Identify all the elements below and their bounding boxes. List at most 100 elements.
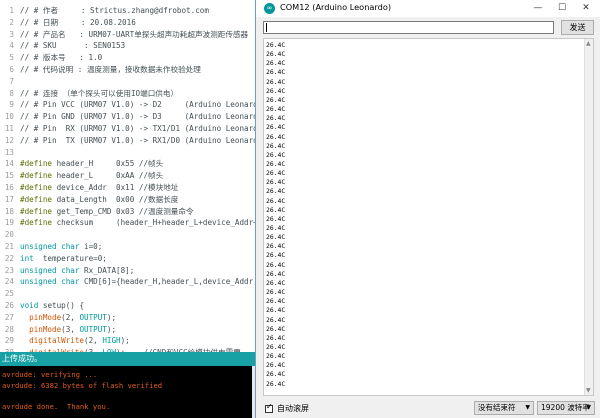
- output-line: 26.4C: [266, 196, 286, 205]
- line-ending-select[interactable]: 没有结束符 ▼: [474, 401, 534, 415]
- console-line: avrdude done. Thank you.: [2, 401, 111, 411]
- serial-output[interactable]: 26.4C 26.4C 26.4C 26.4C 26.4C 26.4C 26.4C 26.4C…: [263, 38, 594, 396]
- code-token: pinMode: [20, 312, 62, 322]
- code-token: // # 日期 : 20.08.2016: [20, 17, 136, 27]
- autoscroll-label: 自动滚屏: [277, 404, 309, 413]
- output-line: 26.4C: [266, 86, 286, 95]
- console-line: avrdude: verifying ...: [2, 370, 98, 379]
- window-title: COM12 (Arduino Leonardo): [280, 2, 392, 12]
- code-token: // # Pin RX (URM07 V1.0) -> TX1/D1 (Ardu…: [20, 124, 267, 133]
- output-line: 26.4C: [266, 333, 286, 342]
- code-token: (3,: [61, 324, 80, 334]
- output-line: 26.4C: [266, 187, 286, 196]
- output-line: 26.4C: [266, 132, 286, 141]
- serial-monitor-window: ∞ COM12 (Arduino Leonardo) — ☐ ✕ 发送 26.4…: [255, 0, 600, 418]
- output-line: 26.4C: [266, 41, 286, 49]
- text-cursor: [266, 23, 267, 32]
- output-line: 26.4C: [266, 169, 286, 178]
- output-line: 26.4C: [266, 114, 286, 123]
- output-line: 26.4C: [266, 214, 286, 223]
- code-token: i=0;: [79, 242, 103, 251]
- close-button[interactable]: ✕: [574, 0, 598, 17]
- code-token: (2,: [84, 336, 103, 346]
- code-token: );: [106, 312, 117, 322]
- output-line: 26.4C: [266, 370, 286, 379]
- baud-rate-value: 19200 波特率: [541, 403, 590, 412]
- output-line: 26.4C: [266, 315, 286, 324]
- minimize-button[interactable]: —: [526, 0, 550, 17]
- chevron-down-icon: ▼: [525, 404, 530, 411]
- output-line: 26.4C: [266, 205, 286, 214]
- code-token: pinMode: [20, 324, 62, 334]
- output-line: 26.4C: [266, 95, 286, 104]
- code-token: #define: [20, 159, 53, 169]
- code-token: HIGH: [102, 336, 121, 346]
- code-token: #define: [20, 218, 53, 228]
- code-token: // # 产品名 : URM07-UART单探头超声功耗超声波测距传感器: [20, 29, 249, 39]
- output-line: 26.4C: [266, 342, 286, 351]
- code-token: #define: [20, 206, 53, 216]
- code-token: temperature=0;: [33, 253, 107, 263]
- code-token: header_L 0xAA //帧头: [52, 171, 164, 181]
- output-line: 26.4C: [266, 77, 286, 86]
- output-line: 26.4C: [266, 288, 286, 297]
- code-token: #define: [20, 183, 53, 192]
- code-token: header_H 0x55 //帧头: [52, 159, 164, 169]
- title-bar[interactable]: ∞ COM12 (Arduino Leonardo) — ☐ ✕: [256, 0, 600, 17]
- code-token: Rx_DATA[8];: [79, 265, 135, 275]
- output-line: 26.4C: [266, 59, 286, 68]
- code-token: setup() {: [38, 301, 85, 310]
- autoscroll-checkbox[interactable]: ✓: [265, 402, 273, 413]
- code-token: int: [20, 253, 34, 263]
- code-token: (2,: [61, 312, 80, 322]
- code-token: data_Length 0x00 //数据长度: [52, 194, 179, 204]
- output-scrollbar[interactable]: ▲ ▼: [584, 39, 593, 395]
- code-token: #define: [20, 171, 53, 181]
- output-line: 26.4C: [266, 50, 286, 59]
- code-token: // # SKU : SEN0153: [20, 41, 126, 51]
- serial-input[interactable]: [263, 21, 554, 34]
- output-line: 26.4C: [266, 251, 286, 260]
- scroll-up-icon[interactable]: ▲: [586, 40, 591, 47]
- baud-rate-select[interactable]: 19200 波特率 ▼: [537, 401, 595, 415]
- output-line: 26.4C: [266, 324, 286, 333]
- code-token: unsigned char: [20, 265, 80, 275]
- output-line: 26.4C: [266, 141, 286, 150]
- output-line: 26.4C: [266, 242, 286, 251]
- output-line: 26.4C: [266, 352, 286, 361]
- output-line: 26.4C: [266, 269, 286, 278]
- code-token: OUTPUT: [79, 312, 107, 322]
- line-ending-value: 没有结束符: [478, 403, 516, 412]
- code-token: // # Pin VCC (URM07 V1.0) -> D2 (Arduino…: [20, 100, 267, 110]
- arduino-icon: ∞: [264, 3, 275, 14]
- scroll-down-icon[interactable]: ▼: [586, 387, 591, 394]
- code-token: // # 代码说明 : 温度测量，接收数据未作校验处理: [20, 65, 201, 74]
- output-line: 26.4C: [266, 224, 286, 232]
- output-line: 26.4C: [266, 233, 286, 242]
- code-token: OUTPUT: [79, 324, 107, 334]
- code-token: void: [20, 301, 39, 310]
- output-line: 26.4C: [266, 361, 286, 370]
- code-token: // # 版本号 : 1.0: [20, 53, 103, 63]
- code-token: // # 作者 : Strictus.zhang@dfrobot.com: [20, 6, 209, 15]
- maximize-button[interactable]: ☐: [550, 0, 574, 17]
- code-token: get_Temp_CMD 0x03 //温度测量命令: [52, 206, 194, 216]
- output-line: 26.4C: [266, 379, 286, 388]
- send-button[interactable]: 发送: [561, 20, 594, 35]
- output-line: 26.4C: [266, 150, 286, 159]
- console-output[interactable]: avrdude: verifying ... avrdude: 6382 byte…: [0, 366, 260, 418]
- output-line: 26.4C: [266, 105, 286, 114]
- code-token: // # Pin TX (URM07 V1.0) -> RX1/D0 (Ardu…: [20, 135, 267, 145]
- output-line: 26.4C: [266, 278, 286, 287]
- code-token: unsigned char: [20, 242, 80, 251]
- output-line: 26.4C: [266, 297, 286, 306]
- checkmark-icon: ✓: [266, 402, 273, 411]
- code-token: );: [120, 336, 130, 346]
- code-token: #define: [20, 194, 53, 204]
- code-token: digitalWrite: [20, 336, 85, 346]
- chevron-down-icon: ▼: [586, 404, 591, 411]
- output-line: 26.4C: [266, 306, 286, 315]
- console-line: avrdude: 6382 bytes of flash verified: [2, 380, 163, 390]
- status-text: 上传成功。: [2, 354, 42, 363]
- output-line: 26.4C: [266, 123, 286, 132]
